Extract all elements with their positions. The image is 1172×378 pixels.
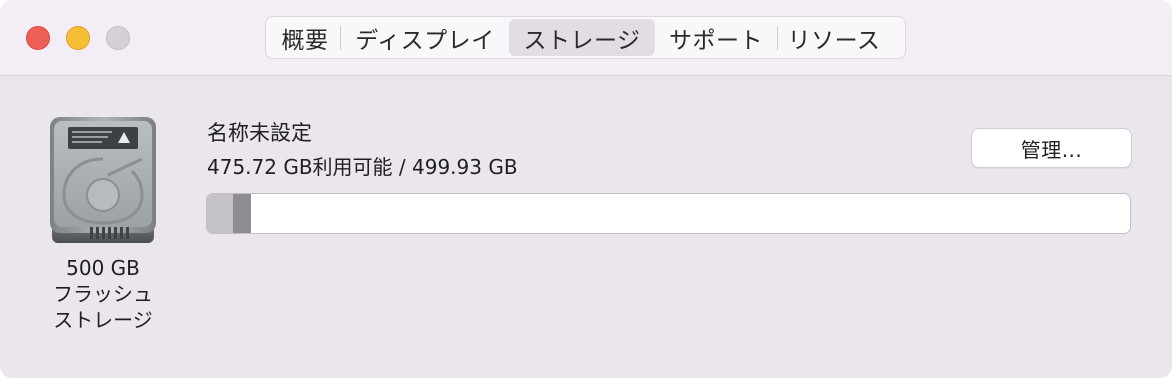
drive-size-label: 500 GB <box>66 256 140 280</box>
drive-type-label: フラッシュ <box>53 282 153 306</box>
tab-overview[interactable]: 概要 <box>270 19 340 56</box>
close-button[interactable] <box>26 26 50 50</box>
tab-storage[interactable]: ストレージ <box>509 19 655 56</box>
storage-usage-bar <box>206 193 1131 234</box>
hard-drive-icon <box>46 115 160 253</box>
about-this-mac-window: 概要 ディスプレイ ストレージ サポート リソース 500 GB フラッシュ ス… <box>0 0 1172 378</box>
drive-type-label-2: ストレージ <box>53 308 153 332</box>
tab-resources[interactable]: リソース <box>778 19 890 56</box>
zoom-button[interactable] <box>106 26 130 50</box>
tab-displays[interactable]: ディスプレイ <box>341 19 509 56</box>
title-bar: 概要 ディスプレイ ストレージ サポート リソース <box>0 0 1172 76</box>
disk-capacity: 475.72 GB利用可能 / 499.93 GB <box>207 155 518 179</box>
disk-name: 名称未設定 <box>207 121 312 145</box>
storage-used-segment-2 <box>232 194 252 233</box>
tab-bar: 概要 ディスプレイ ストレージ サポート リソース <box>265 16 906 59</box>
storage-used-segment <box>207 194 233 233</box>
manage-button[interactable]: 管理... <box>971 128 1132 168</box>
drive-caption: 500 GB フラッシュ ストレージ <box>30 255 176 333</box>
storage-pane: 500 GB フラッシュ ストレージ 名称未設定 475.72 GB利用可能 /… <box>0 77 1172 378</box>
minimize-button[interactable] <box>66 26 90 50</box>
tab-support[interactable]: サポート <box>655 19 777 56</box>
